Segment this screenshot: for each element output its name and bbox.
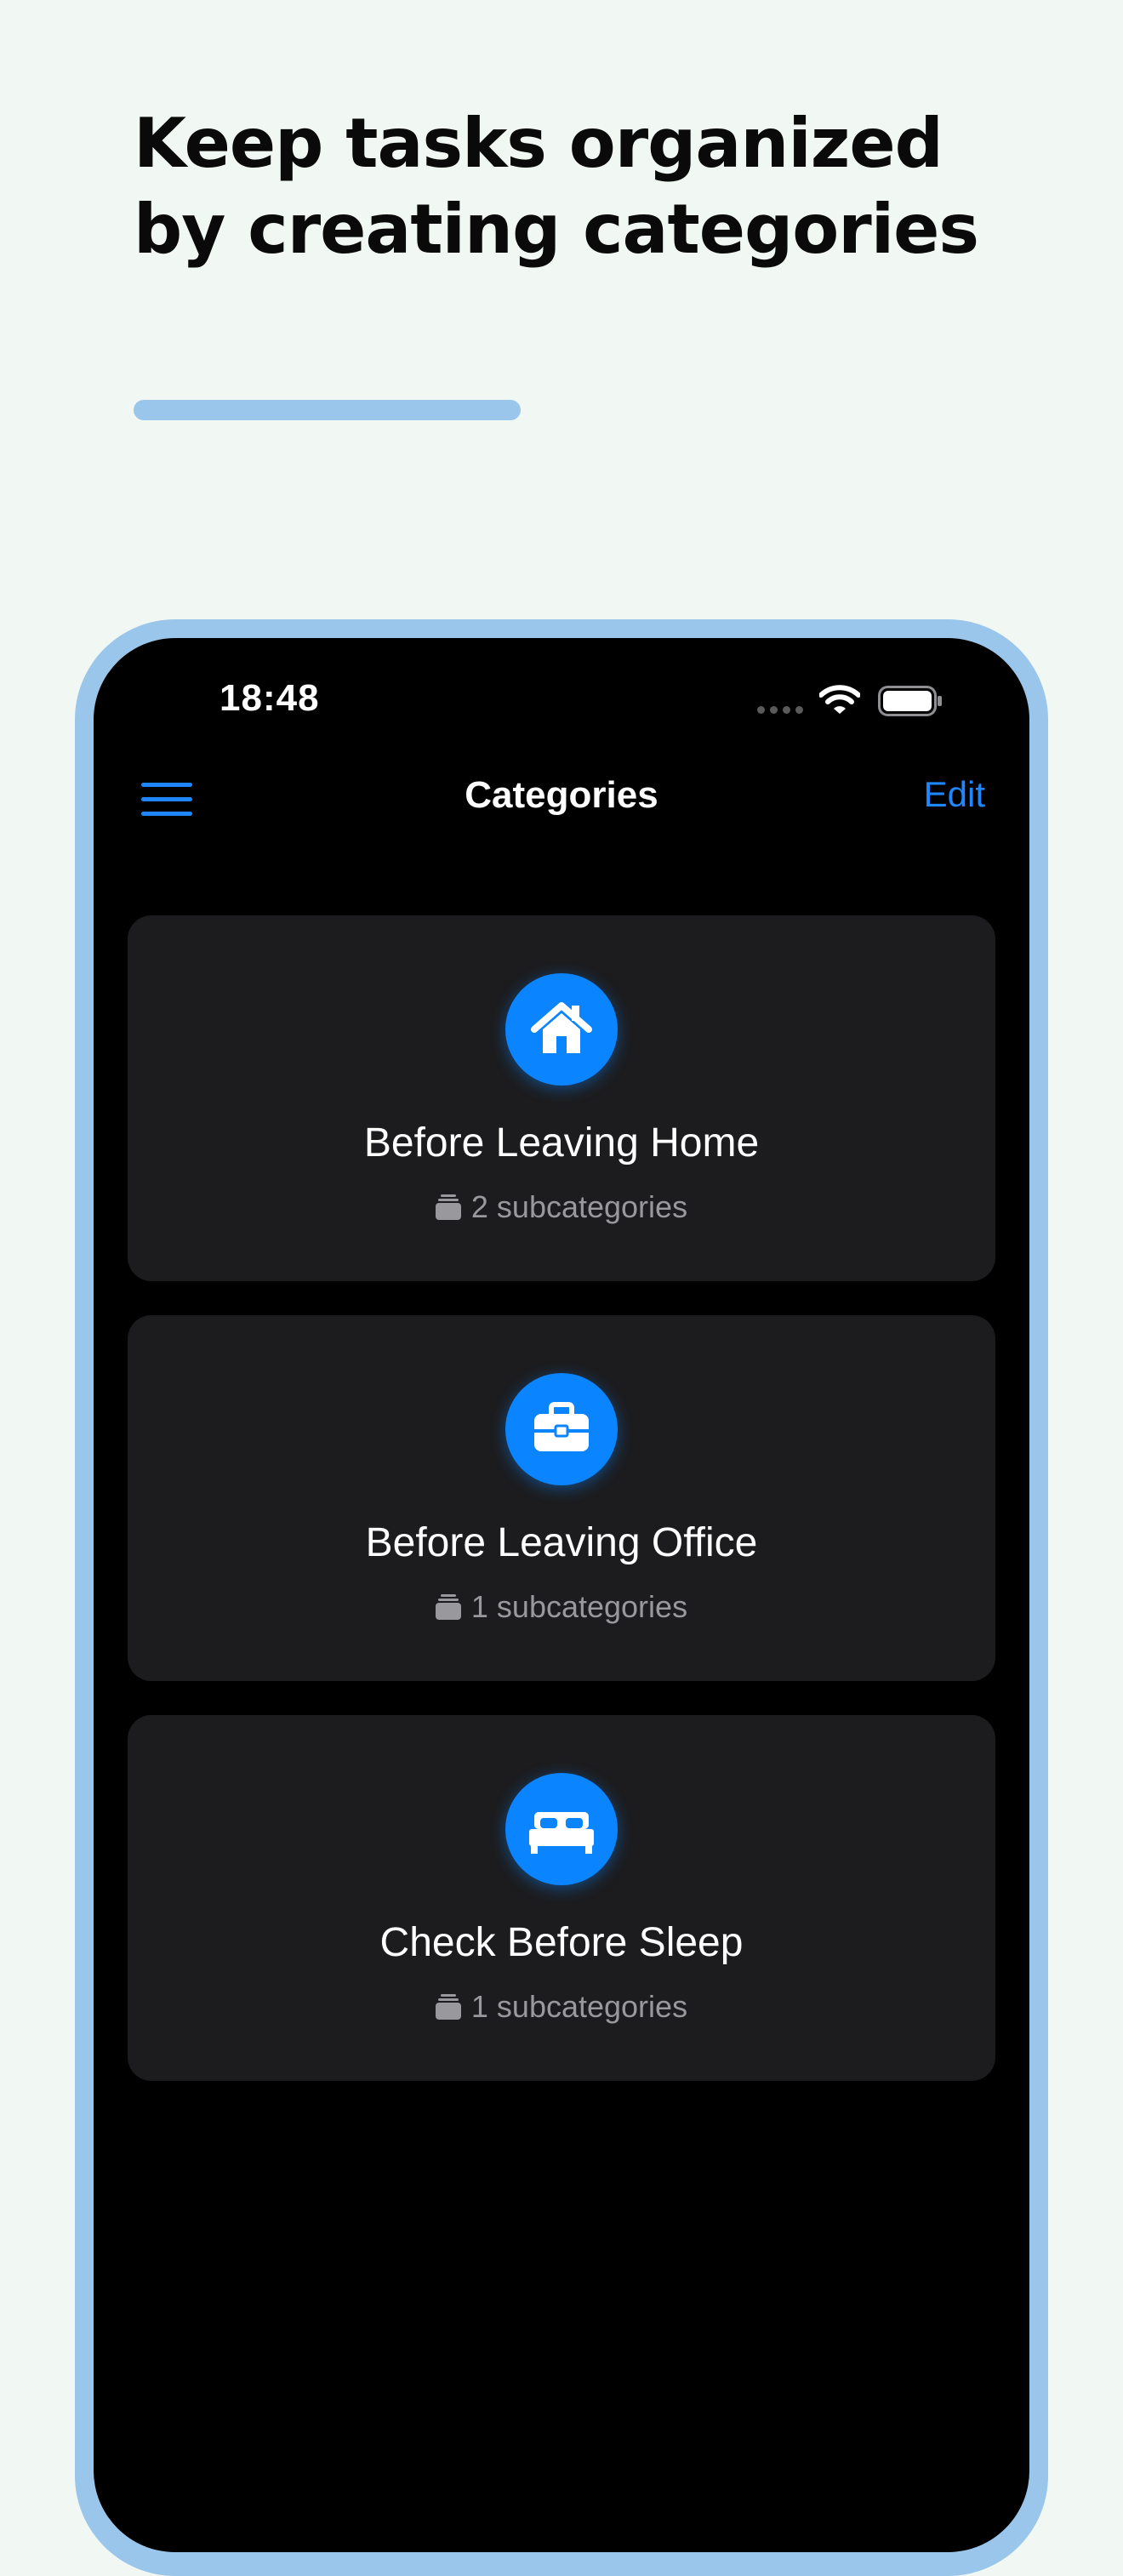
category-subtitle: 1 subcategories bbox=[128, 1589, 995, 1625]
promo-headline-line-1: Keep tasks organized bbox=[134, 104, 943, 183]
house-icon bbox=[505, 973, 618, 1086]
category-title: Before Leaving Home bbox=[363, 1120, 760, 1165]
bed-icon bbox=[505, 1773, 618, 1885]
nav-title: Categories bbox=[465, 774, 658, 816]
category-title: Check Before Sleep bbox=[379, 1920, 744, 1965]
edit-button[interactable]: Edit bbox=[924, 774, 985, 815]
battery-icon bbox=[878, 686, 942, 716]
category-card-check-before-sleep[interactable]: Check Before Sleep 1 subcategories bbox=[128, 1715, 995, 2081]
category-title: Before Leaving Office bbox=[365, 1520, 758, 1565]
cellular-signal-icon bbox=[757, 706, 803, 714]
accent-bar bbox=[134, 400, 521, 420]
stack-icon bbox=[435, 1594, 461, 1620]
category-card-before-leaving-home[interactable]: Before Leaving Home 2 subcategories bbox=[128, 915, 995, 1281]
phone-screen: 18:48 Categories Edit Before Leaving Hom… bbox=[94, 638, 1029, 2552]
subcategory-count: 2 subcategories bbox=[470, 1189, 688, 1224]
category-subtitle: 2 subcategories bbox=[128, 1189, 995, 1225]
briefcase-icon bbox=[505, 1373, 618, 1485]
wifi-icon bbox=[819, 685, 860, 714]
stack-icon bbox=[435, 1194, 461, 1220]
subcategory-count: 1 subcategories bbox=[470, 1989, 688, 2024]
stack-icon bbox=[435, 1994, 461, 2020]
status-time: 18:48 bbox=[219, 677, 320, 719]
category-card-before-leaving-office[interactable]: Before Leaving Office 1 subcategories bbox=[128, 1315, 995, 1681]
promo-headline-line-2: by creating categories bbox=[134, 190, 979, 269]
category-subtitle: 1 subcategories bbox=[128, 1989, 995, 2025]
promo-headline: Keep tasks organized by creating categor… bbox=[134, 100, 1069, 272]
subcategory-count: 1 subcategories bbox=[470, 1589, 688, 1624]
